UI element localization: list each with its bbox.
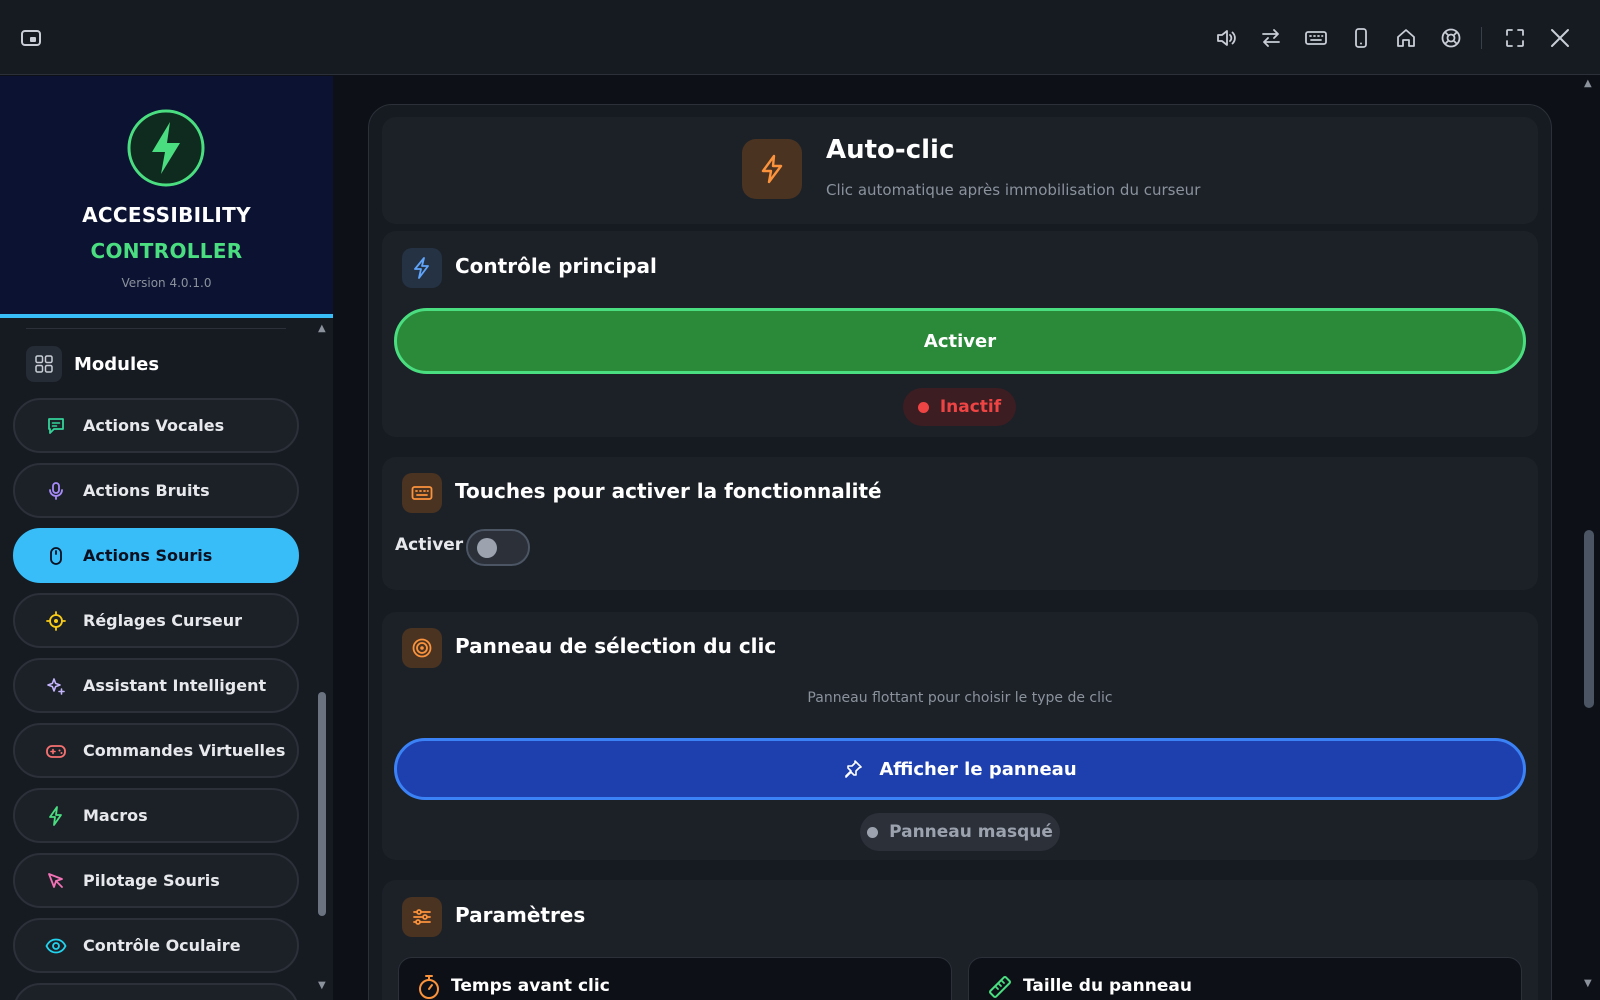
activate-keys-toggle[interactable]: [466, 529, 530, 566]
delay-label: Temps avant clic: [451, 976, 610, 996]
app-name-line2: CONTROLLER: [90, 239, 243, 263]
main-scrollbar[interactable]: [1584, 530, 1594, 708]
fullscreen-icon[interactable]: [1497, 22, 1533, 54]
scroll-down-arrow-icon[interactable]: ▼: [318, 980, 326, 991]
toggle-knob: [477, 538, 497, 558]
target-icon: [402, 628, 442, 668]
status-text: Inactif: [939, 397, 1002, 417]
mouse-icon: [45, 545, 67, 567]
sidebar-item-label: Assistant Intelligent: [83, 676, 267, 695]
sidebar-item-assistant-intelligent[interactable]: Assistant Intelligent: [13, 658, 299, 713]
picture-in-picture-icon[interactable]: [20, 28, 42, 48]
status-badge: Inactif: [903, 388, 1016, 426]
sidebar-item-label: Pilotage Souris: [83, 871, 220, 890]
sidebar-item-label: Actions Vocales: [83, 416, 225, 435]
toggle-label: Activer: [395, 535, 464, 555]
title-bar-separator: [1481, 27, 1482, 49]
page-title: Auto-clic: [826, 135, 955, 165]
section-title: Paramètres: [455, 903, 586, 927]
home-icon[interactable]: [1388, 22, 1424, 54]
sidebar-item-macros[interactable]: Macros: [13, 788, 299, 843]
keyboard-icon: [402, 473, 442, 513]
activate-button[interactable]: Activer: [394, 308, 1526, 374]
status-dot: [917, 401, 929, 413]
cursor-icon: [45, 870, 67, 892]
sidebar-item-label: Commandes Virtuelles: [83, 741, 286, 760]
sidebar-item-actions-vocales[interactable]: Actions Vocales: [13, 398, 299, 453]
status-dot: [867, 826, 879, 838]
sidebar-item-reglages-curseur[interactable]: Réglages Curseur: [13, 593, 299, 648]
lightning-icon: [126, 108, 206, 188]
app-version: Version 4.0.1.0: [121, 276, 212, 290]
page-subtitle: Clic automatique après immobilisation du…: [826, 181, 1201, 199]
sidebar-scrollbar[interactable]: [318, 692, 326, 916]
section-description: Panneau flottant pour choisir le type de…: [807, 690, 1113, 706]
sidebar-item-partial[interactable]: [13, 983, 299, 1000]
sidebar-item-label: Actions Bruits: [83, 481, 210, 500]
pin-icon: [843, 759, 863, 779]
sidebar: ACCESSIBILITY CONTROLLER Version 4.0.1.0…: [0, 76, 333, 1000]
section-title: Touches pour activer la fonctionnalité: [455, 479, 882, 503]
sidebar-item-actions-souris[interactable]: Actions Souris: [13, 528, 299, 583]
delay-card[interactable]: Temps avant clic: [398, 957, 952, 1000]
show-panel-button[interactable]: Afficher le panneau: [394, 738, 1526, 800]
sidebar-item-label: Réglages Curseur: [83, 611, 242, 630]
microphone-icon: [45, 480, 67, 502]
grid-icon: [26, 346, 62, 382]
stopwatch-icon: [417, 974, 441, 1000]
panel-size-card[interactable]: Taille du panneau: [968, 957, 1522, 1000]
sidebar-item-label: Contrôle Oculaire: [83, 936, 241, 955]
lightning-icon: [742, 139, 802, 199]
lightning-icon: [402, 248, 442, 288]
scroll-up-arrow-icon[interactable]: ▲: [318, 323, 326, 334]
swap-icon[interactable]: [1253, 22, 1289, 54]
title-bar: [0, 0, 1600, 75]
section-title: Contrôle principal: [455, 254, 657, 278]
eye-icon: [45, 935, 67, 957]
sliders-icon: [402, 897, 442, 937]
crosshair-icon: [45, 610, 67, 632]
sparkles-icon: [45, 675, 67, 697]
panel-status-badge: Panneau masqué: [860, 813, 1060, 851]
gamepad-icon: [45, 740, 67, 762]
phone-icon[interactable]: [1343, 22, 1379, 54]
lightning-icon: [45, 805, 67, 827]
chat-icon: [45, 415, 67, 437]
show-panel-label: Afficher le panneau: [879, 758, 1077, 780]
close-icon[interactable]: [1542, 22, 1578, 54]
sidebar-divider: [26, 328, 286, 329]
module-header: Auto-clic Clic automatique après immobil…: [382, 117, 1538, 224]
main-scroll-down-arrow-icon[interactable]: ▼: [1584, 978, 1592, 989]
keyboard-icon[interactable]: [1298, 22, 1334, 54]
sidebar-item-label: Actions Souris: [83, 546, 213, 565]
panel-size-label: Taille du panneau: [1023, 976, 1192, 996]
modules-label: Modules: [74, 353, 160, 375]
status-text: Panneau masqué: [889, 822, 1053, 842]
ruler-icon: [987, 974, 1013, 1000]
title-bar-actions: [1199, 22, 1578, 54]
main-scroll-up-arrow-icon[interactable]: ▲: [1584, 78, 1592, 89]
section-title: Panneau de sélection du clic: [455, 634, 777, 658]
app-name-line1: ACCESSIBILITY: [82, 203, 251, 227]
lifebuoy-icon[interactable]: [1433, 22, 1469, 54]
keys-section: Touches pour activer la fonctionnalité A…: [382, 457, 1538, 590]
modules-heading: Modules: [26, 346, 159, 382]
sidebar-item-pilotage-souris[interactable]: Pilotage Souris: [13, 853, 299, 908]
volume-icon[interactable]: [1208, 22, 1244, 54]
sidebar-item-controle-oculaire[interactable]: Contrôle Oculaire: [13, 918, 299, 973]
sidebar-item-actions-bruits[interactable]: Actions Bruits: [13, 463, 299, 518]
sidebar-item-label: Macros: [83, 806, 148, 825]
brand-header: ACCESSIBILITY CONTROLLER Version 4.0.1.0: [0, 76, 333, 318]
sidebar-item-commandes-virtuelles[interactable]: Commandes Virtuelles: [13, 723, 299, 778]
